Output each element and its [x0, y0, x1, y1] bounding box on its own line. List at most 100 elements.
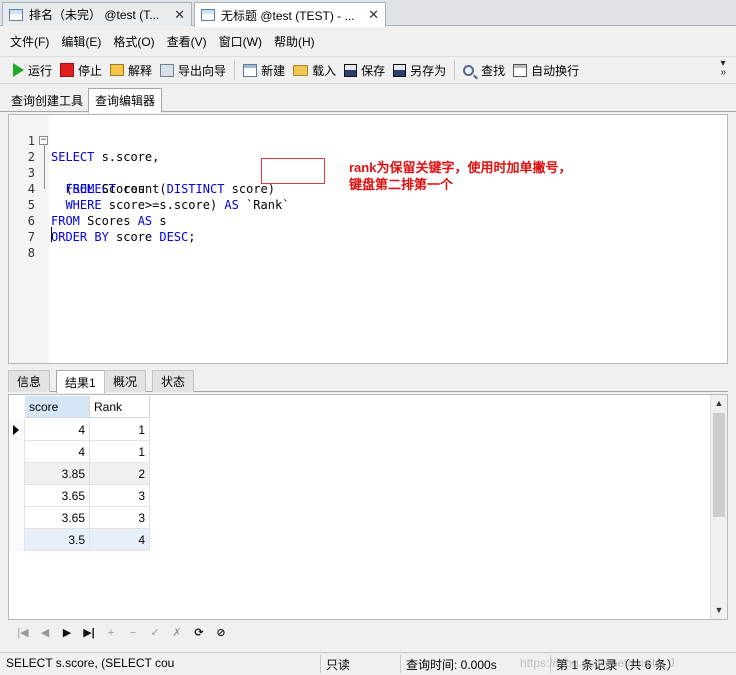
search-icon — [463, 64, 475, 76]
row-indicator — [9, 441, 25, 463]
close-icon[interactable]: ✕ — [174, 7, 185, 23]
delete-record-icon[interactable]: − — [124, 624, 142, 642]
cell-rank[interactable]: 3 — [90, 507, 150, 529]
load-button[interactable]: 载入 — [289, 58, 340, 82]
line-number: 8 — [27, 246, 35, 260]
result-grid[interactable]: score Rank 4 1 4 1 3.85 2 3.65 3 3.65 3 … — [8, 394, 728, 620]
column-header-score[interactable]: score — [25, 396, 90, 418]
annotation-note: rank为保留关键字，使用时加单撇号， 键盘第二排第一个 — [349, 159, 571, 193]
table-row[interactable]: 3.65 3 — [9, 485, 150, 507]
cell-rank[interactable]: 1 — [90, 419, 150, 441]
sql-editor[interactable]: 1 SELECT s.score, 2 − (SELECT count(DIST… — [8, 114, 728, 364]
toolbar-divider — [454, 60, 456, 80]
word-wrap-button[interactable]: 自动换行 — [509, 58, 583, 82]
add-record-icon[interactable]: + — [102, 624, 120, 642]
save-icon — [344, 63, 358, 77]
last-record-icon[interactable]: ▶| — [80, 624, 98, 642]
explain-icon — [110, 64, 125, 76]
find-label: 查找 — [481, 63, 506, 78]
scroll-down-icon[interactable]: ▼ — [711, 602, 727, 619]
cell-rank[interactable]: 2 — [90, 463, 150, 485]
save-button[interactable]: 保存 — [340, 58, 389, 82]
table-row[interactable]: 3.85 2 — [9, 463, 150, 485]
fold-toggle-icon[interactable]: − — [39, 136, 48, 145]
row-indicator — [9, 463, 25, 485]
annotation-line-2: 键盘第二排第一个 — [349, 177, 454, 192]
row-indicator — [9, 485, 25, 507]
new-button[interactable]: 新建 — [239, 58, 289, 82]
query-icon — [9, 8, 23, 21]
save-as-button[interactable]: 另存为 — [389, 58, 450, 82]
new-query-icon — [243, 63, 258, 77]
column-header-rank[interactable]: Rank — [90, 396, 150, 418]
scrollbar-thumb[interactable] — [713, 413, 725, 517]
refresh-icon[interactable]: ⟳ — [190, 624, 208, 642]
export-wizard-button[interactable]: 导出向导 — [156, 58, 230, 82]
menu-file[interactable]: 文件(F) — [4, 33, 55, 50]
find-button[interactable]: 查找 — [459, 58, 509, 82]
table-row[interactable]: 4 1 — [9, 419, 150, 441]
code-line-7: 7 — [9, 213, 727, 244]
cell-score[interactable]: 3.5 — [25, 529, 90, 551]
menu-format[interactable]: 格式(O) — [107, 33, 160, 50]
window-tab-untitled[interactable]: 无标题 @test (TEST) - ... ✕ — [194, 2, 386, 27]
explain-button[interactable]: 解释 — [106, 58, 156, 82]
cell-rank[interactable]: 3 — [90, 485, 150, 507]
cell-score[interactable]: 3.65 — [25, 507, 90, 529]
code-line-2: 2 − (SELECT count(DISTINCT score) — [9, 133, 727, 197]
stop-label: 停止 — [78, 63, 103, 78]
code-line-6: 6 ORDER BY score DESC; — [9, 197, 727, 244]
window-tab-title: 排名（未完） @test (T... — [29, 8, 160, 22]
tab-info[interactable]: 信息 — [8, 370, 51, 392]
cell-score[interactable]: 4 — [25, 419, 90, 441]
tab-result-1[interactable]: 结果1 — [56, 370, 105, 393]
code-line-1: 1 SELECT s.score, — [9, 117, 727, 164]
tab-query-builder[interactable]: 查询创建工具 — [4, 88, 90, 112]
window-tab-title: 无标题 @test (TEST) - ... — [221, 8, 355, 23]
window-tab-ranking[interactable]: 排名（未完） @test (T... ✕ — [2, 2, 192, 26]
annotation-line-1: rank为保留关键字，使用时加单撇号， — [349, 160, 572, 175]
code-line-8: 8 — [9, 229, 727, 260]
tab-status[interactable]: 状态 — [152, 370, 195, 392]
close-icon[interactable]: ✕ — [368, 7, 379, 23]
current-row-icon — [13, 425, 19, 435]
menu-help[interactable]: 帮助(H) — [268, 33, 321, 50]
stop-refresh-icon[interactable]: ⊘ — [212, 624, 230, 642]
apply-changes-icon[interactable]: ✓ — [146, 624, 164, 642]
status-divider — [550, 655, 551, 673]
cell-rank[interactable]: 4 — [90, 529, 150, 551]
explain-label: 解释 — [128, 63, 153, 78]
editor-mode-tabs: 查询创建工具 查询编辑器 — [0, 86, 736, 113]
toolbar-overflow-icon[interactable]: ▾» — [720, 59, 726, 78]
menu-view[interactable]: 查看(V) — [161, 33, 213, 50]
next-record-icon[interactable]: ▶ — [58, 624, 76, 642]
status-query-time: 查询时间: 0.000s — [406, 658, 497, 672]
cell-score[interactable]: 3.65 — [25, 485, 90, 507]
status-readonly: 只读 — [326, 658, 351, 672]
table-row[interactable]: 3.5 4 — [9, 529, 150, 551]
table-row[interactable]: 4 1 — [9, 441, 150, 463]
toolbar: 运行 停止 解释 导出向导 新建 载入 保存 另存为 查找 自动换行 ▾» — [0, 56, 736, 84]
tab-query-editor[interactable]: 查询编辑器 — [88, 88, 163, 113]
toolbar-divider — [234, 60, 236, 80]
text-cursor — [51, 227, 52, 242]
first-record-icon[interactable]: |◀ — [14, 624, 32, 642]
cell-rank[interactable]: 1 — [90, 441, 150, 463]
discard-changes-icon[interactable]: ✗ — [168, 624, 186, 642]
vertical-scrollbar[interactable]: ▲ ▼ — [710, 395, 727, 619]
previous-record-icon[interactable]: ◀ — [36, 624, 54, 642]
run-label: 运行 — [28, 63, 53, 78]
stop-icon — [60, 63, 75, 77]
stop-button[interactable]: 停止 — [56, 58, 106, 82]
table-row[interactable]: 3.65 3 — [9, 507, 150, 529]
run-button[interactable]: 运行 — [6, 58, 56, 82]
cell-score[interactable]: 4 — [25, 441, 90, 463]
scroll-up-icon[interactable]: ▲ — [711, 395, 727, 412]
status-record-count: 第 1 条记录（共 6 条） — [556, 658, 679, 672]
menu-window[interactable]: 窗口(W) — [213, 33, 268, 50]
window-tab-bar: 排名（未完） @test (T... ✕ 无标题 @test (TEST) - … — [0, 0, 736, 27]
cell-score[interactable]: 3.85 — [25, 463, 90, 485]
tab-profile[interactable]: 概况 — [104, 370, 147, 392]
menu-edit[interactable]: 编辑(E) — [55, 33, 107, 50]
row-indicator — [9, 529, 25, 551]
